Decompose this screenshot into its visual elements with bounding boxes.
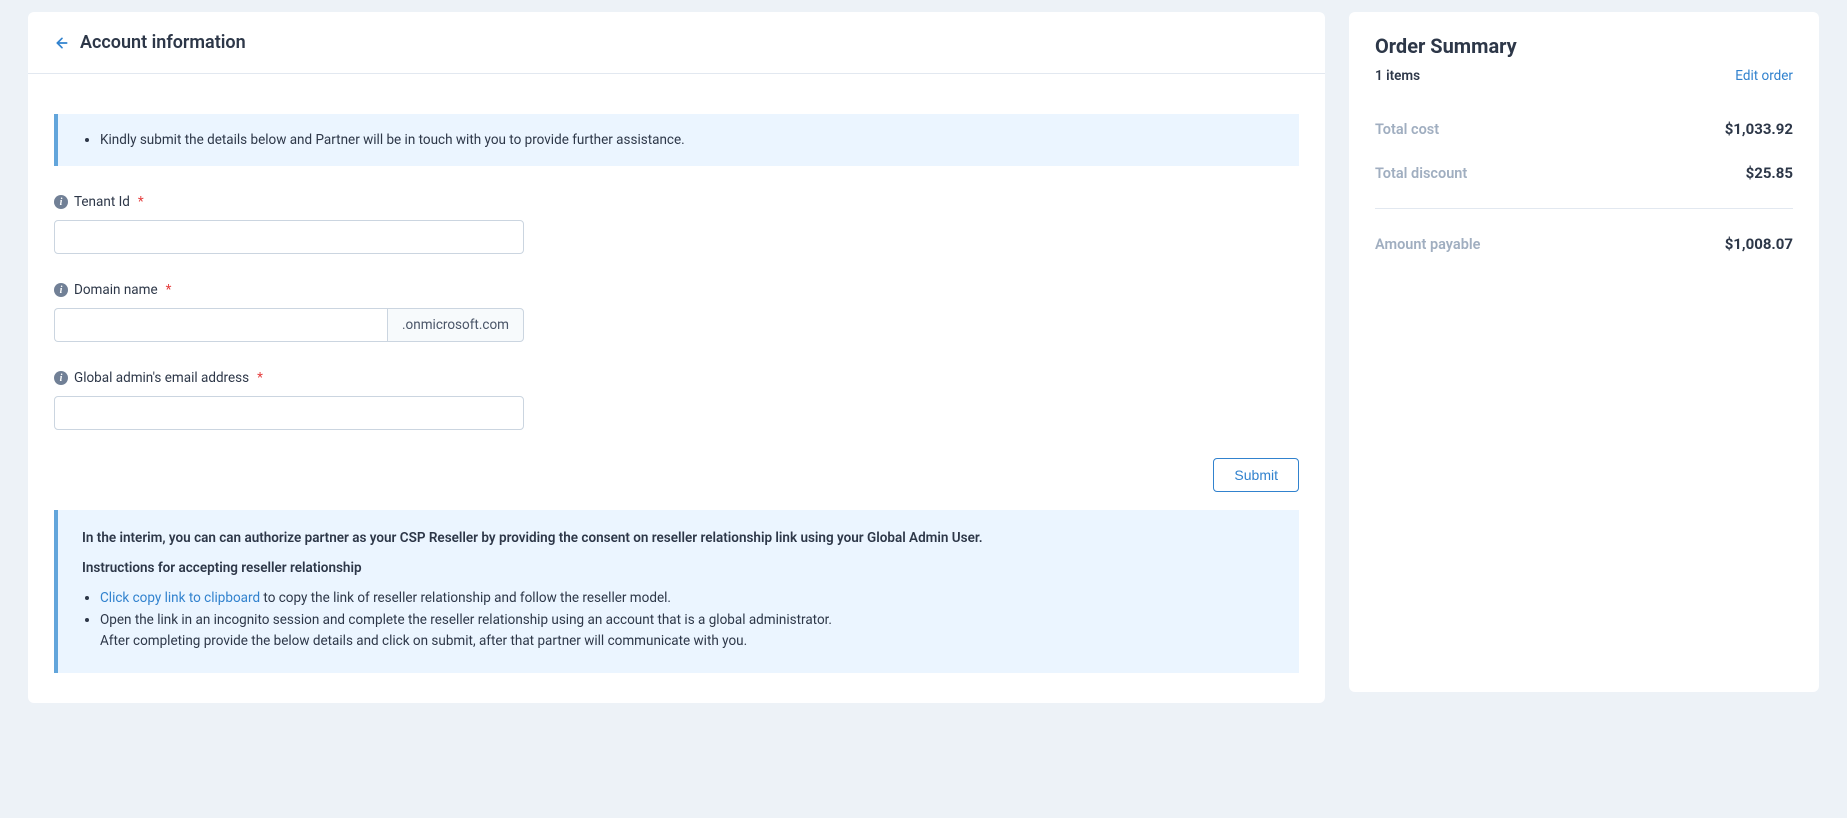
domain-name-group: i Domain name * .onmicrosoft.com — [54, 282, 1299, 342]
summary-divider — [1375, 208, 1793, 209]
instructions-intro: In the interim, you can can authorize pa… — [82, 530, 1275, 546]
tenant-id-label: Tenant Id — [74, 194, 130, 210]
info-banner: Kindly submit the details below and Part… — [54, 114, 1299, 166]
tenant-id-input[interactable] — [54, 220, 524, 254]
instruction-step-1-rest: to copy the link of reseller relationshi… — [260, 590, 671, 606]
amount-payable-value: $1,008.07 — [1725, 235, 1793, 253]
info-icon[interactable]: i — [54, 195, 68, 209]
instruction-step-2a: Open the link in an incognito session an… — [100, 612, 832, 628]
required-mark: * — [138, 194, 144, 210]
amount-payable-label: Amount payable — [1375, 236, 1480, 253]
total-cost-value: $1,033.92 — [1725, 120, 1793, 138]
domain-suffix: .onmicrosoft.com — [387, 308, 524, 342]
instruction-step-2b: After completing provide the below detai… — [100, 633, 747, 649]
total-cost-label: Total cost — [1375, 121, 1439, 138]
submit-button[interactable]: Submit — [1213, 458, 1299, 492]
admin-email-label: Global admin's email address — [74, 370, 249, 386]
panel-body: Kindly submit the details below and Part… — [28, 74, 1325, 703]
instruction-step-2: Open the link in an incognito session an… — [100, 610, 1275, 653]
banner-text: Kindly submit the details below and Part… — [100, 132, 1275, 148]
items-count: 1 items — [1375, 68, 1420, 84]
account-info-panel: Account information Kindly submit the de… — [28, 12, 1325, 703]
info-icon[interactable]: i — [54, 283, 68, 297]
edit-order-link[interactable]: Edit order — [1735, 68, 1793, 84]
instruction-step-1: Click copy link to clipboard to copy the… — [100, 588, 1275, 610]
admin-email-group: i Global admin's email address * — [54, 370, 1299, 430]
domain-name-input[interactable] — [54, 308, 387, 342]
panel-header: Account information — [28, 12, 1325, 74]
back-arrow-icon[interactable] — [54, 35, 70, 51]
admin-email-input[interactable] — [54, 396, 524, 430]
required-mark: * — [166, 282, 172, 298]
page-title: Account information — [80, 32, 246, 53]
instructions-box: In the interim, you can can authorize pa… — [54, 510, 1299, 673]
order-summary-panel: Order Summary 1 items Edit order Total c… — [1349, 12, 1819, 692]
order-summary-title: Order Summary — [1375, 34, 1793, 58]
required-mark: * — [257, 370, 263, 386]
instructions-subheader: Instructions for accepting reseller rela… — [82, 560, 1275, 576]
copy-link-to-clipboard[interactable]: Click copy link to clipboard — [100, 590, 260, 606]
info-icon[interactable]: i — [54, 371, 68, 385]
total-discount-value: $25.85 — [1746, 164, 1793, 182]
tenant-id-group: i Tenant Id * — [54, 194, 1299, 254]
total-discount-label: Total discount — [1375, 165, 1467, 182]
domain-name-label: Domain name — [74, 282, 158, 298]
